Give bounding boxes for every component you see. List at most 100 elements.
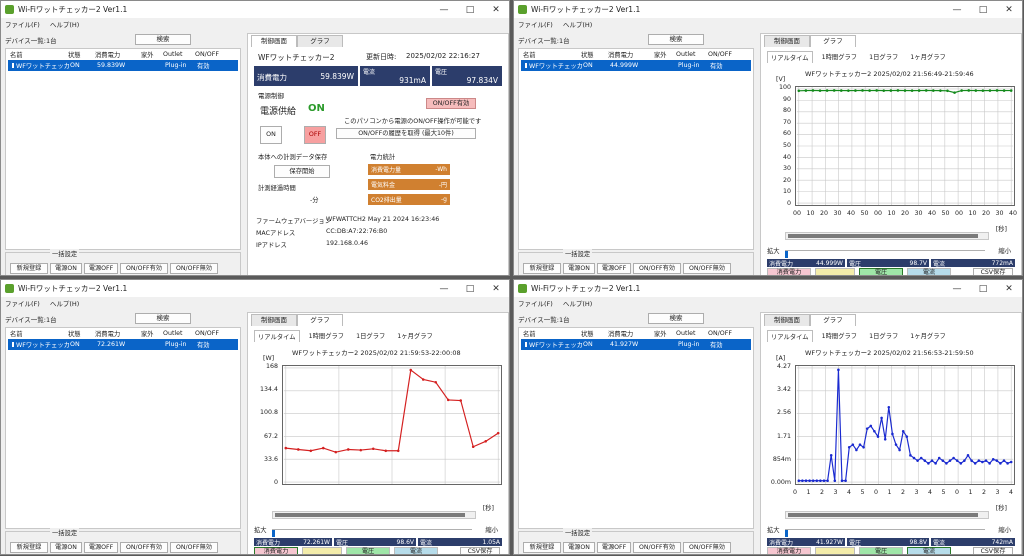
tab-graph[interactable]: グラフ xyxy=(810,314,856,326)
power-on-button[interactable]: 電源ON xyxy=(50,263,82,274)
tab-control[interactable]: 制御画面 xyxy=(251,35,297,47)
search-button[interactable]: 検索 xyxy=(648,313,704,324)
col-state[interactable]: 状態 xyxy=(68,50,95,59)
device-row[interactable]: WFワットチェッカー2 ON 72.261W Plug-in 有効 xyxy=(8,339,238,350)
tab-realtime[interactable]: リアルタイム xyxy=(767,51,813,63)
maximize-icon[interactable]: □ xyxy=(970,284,996,294)
onoff-disable-button[interactable]: ON/OFF無効 xyxy=(170,263,218,274)
tab-control[interactable]: 制御画面 xyxy=(764,314,810,326)
col-onoff[interactable]: ON/OFF xyxy=(708,330,746,337)
toggle-power[interactable]: 消費電力 xyxy=(254,547,298,554)
col-outlet[interactable]: Outlet xyxy=(163,51,195,58)
onoff-enable-button[interactable]: ON/OFF有効 xyxy=(633,542,681,553)
time-scrollbar[interactable] xyxy=(785,511,989,519)
col-name[interactable]: 名前 xyxy=(6,329,68,338)
csv-save-button[interactable]: CSV保存 xyxy=(460,547,500,554)
onoff-enable-button[interactable]: ON/OFF有効 xyxy=(120,263,168,274)
zoom-track[interactable] xyxy=(785,250,985,258)
minimize-icon[interactable]: — xyxy=(944,5,970,15)
tab-1hour[interactable]: 1時間グラフ xyxy=(819,330,861,342)
col-away[interactable]: 家外 xyxy=(141,329,163,338)
tab-realtime[interactable]: リアルタイム xyxy=(767,330,813,342)
toggle-volt[interactable]: 電圧 xyxy=(859,268,903,275)
col-power[interactable]: 消費電力 xyxy=(95,329,141,338)
tab-1month[interactable]: 1ヶ月グラフ xyxy=(907,330,949,342)
menu-help[interactable]: ヘルプ(H) xyxy=(50,19,79,29)
device-row[interactable]: WFワットチェッカー2 ON 41.927W Plug-in 有効 xyxy=(521,339,751,350)
device-checkbox[interactable] xyxy=(12,63,14,68)
save-start-button[interactable]: 保存開始 xyxy=(274,165,330,178)
tab-1month[interactable]: 1ヶ月グラフ xyxy=(907,51,949,63)
col-onoff[interactable]: ON/OFF xyxy=(195,330,233,337)
register-button[interactable]: 新規登録 xyxy=(10,263,48,274)
register-button[interactable]: 新規登録 xyxy=(10,542,48,553)
zoom-thumb[interactable] xyxy=(785,251,788,258)
tab-graph[interactable]: グラフ xyxy=(297,35,343,47)
close-icon[interactable]: ✕ xyxy=(996,284,1022,294)
device-checkbox[interactable] xyxy=(525,342,527,347)
col-onoff[interactable]: ON/OFF xyxy=(708,51,746,58)
close-icon[interactable]: ✕ xyxy=(483,5,509,15)
zoom-track[interactable] xyxy=(272,529,472,537)
menu-help[interactable]: ヘルプ(H) xyxy=(563,298,592,308)
scroll-thumb[interactable] xyxy=(788,513,978,517)
menu-file[interactable]: ファイル(F) xyxy=(518,19,553,29)
off-button[interactable]: OFF xyxy=(304,126,326,144)
scroll-thumb[interactable] xyxy=(275,513,465,517)
col-away[interactable]: 家外 xyxy=(654,50,676,59)
toggle-current[interactable]: 電流 xyxy=(907,268,951,275)
tab-control[interactable]: 制御画面 xyxy=(251,314,297,326)
col-power[interactable]: 消費電力 xyxy=(608,50,654,59)
tab-1hour[interactable]: 1時間グラフ xyxy=(819,51,861,63)
maximize-icon[interactable]: □ xyxy=(457,284,483,294)
tab-realtime[interactable]: リアルタイム xyxy=(254,330,300,342)
col-power[interactable]: 消費電力 xyxy=(608,329,654,338)
maximize-icon[interactable]: □ xyxy=(970,5,996,15)
tab-1hour[interactable]: 1時間グラフ xyxy=(306,330,348,342)
scroll-thumb[interactable] xyxy=(788,234,978,238)
col-onoff[interactable]: ON/OFF xyxy=(195,51,233,58)
onoff-disable-button[interactable]: ON/OFF無効 xyxy=(170,542,218,553)
search-button[interactable]: 検索 xyxy=(135,34,191,45)
power-on-button[interactable]: 電源ON xyxy=(563,263,595,274)
tab-control[interactable]: 制御画面 xyxy=(764,35,810,47)
menu-help[interactable]: ヘルプ(H) xyxy=(50,298,79,308)
menu-help[interactable]: ヘルプ(H) xyxy=(563,19,592,29)
power-off-button[interactable]: 電源OFF xyxy=(84,263,118,274)
on-button[interactable]: ON xyxy=(260,126,282,144)
col-state[interactable]: 状態 xyxy=(581,329,608,338)
tab-1month[interactable]: 1ヶ月グラフ xyxy=(394,330,436,342)
device-checkbox[interactable] xyxy=(12,342,14,347)
col-outlet[interactable]: Outlet xyxy=(676,51,708,58)
power-off-button[interactable]: 電源OFF xyxy=(597,542,631,553)
maximize-icon[interactable]: □ xyxy=(457,5,483,15)
tab-graph[interactable]: グラフ xyxy=(297,314,343,326)
onoff-disable-button[interactable]: ON/OFF無効 xyxy=(683,542,731,553)
menu-file[interactable]: ファイル(F) xyxy=(5,298,40,308)
minimize-icon[interactable]: — xyxy=(431,284,457,294)
power-on-button[interactable]: 電源ON xyxy=(50,542,82,553)
csv-save-button[interactable]: CSV保存 xyxy=(973,268,1013,275)
col-name[interactable]: 名前 xyxy=(519,329,581,338)
onoff-enable-button[interactable]: ON/OFF有効 xyxy=(120,542,168,553)
col-state[interactable]: 状態 xyxy=(68,329,95,338)
menu-file[interactable]: ファイル(F) xyxy=(518,298,553,308)
col-state[interactable]: 状態 xyxy=(581,50,608,59)
tab-1day[interactable]: 1日グラフ xyxy=(866,51,901,63)
zoom-thumb[interactable] xyxy=(785,530,788,537)
power-off-button[interactable]: 電源OFF xyxy=(84,542,118,553)
time-scrollbar[interactable] xyxy=(785,232,989,240)
col-name[interactable]: 名前 xyxy=(6,50,68,59)
device-row[interactable]: WFワットチェッカー2 ON 44.999W Plug-in 有効 xyxy=(521,60,751,71)
device-checkbox[interactable] xyxy=(525,63,527,68)
power-on-button[interactable]: 電源ON xyxy=(563,542,595,553)
toggle-volt[interactable]: 電圧 xyxy=(346,547,390,554)
device-row[interactable]: WFワットチェッカー2 ON 59.839W Plug-in 有効 xyxy=(8,60,238,71)
col-away[interactable]: 家外 xyxy=(654,329,676,338)
toggle-volt[interactable]: 電圧 xyxy=(859,547,903,554)
register-button[interactable]: 新規登録 xyxy=(523,263,561,274)
close-icon[interactable]: ✕ xyxy=(996,5,1022,15)
zoom-track[interactable] xyxy=(785,529,985,537)
search-button[interactable]: 検索 xyxy=(135,313,191,324)
minimize-icon[interactable]: — xyxy=(944,284,970,294)
